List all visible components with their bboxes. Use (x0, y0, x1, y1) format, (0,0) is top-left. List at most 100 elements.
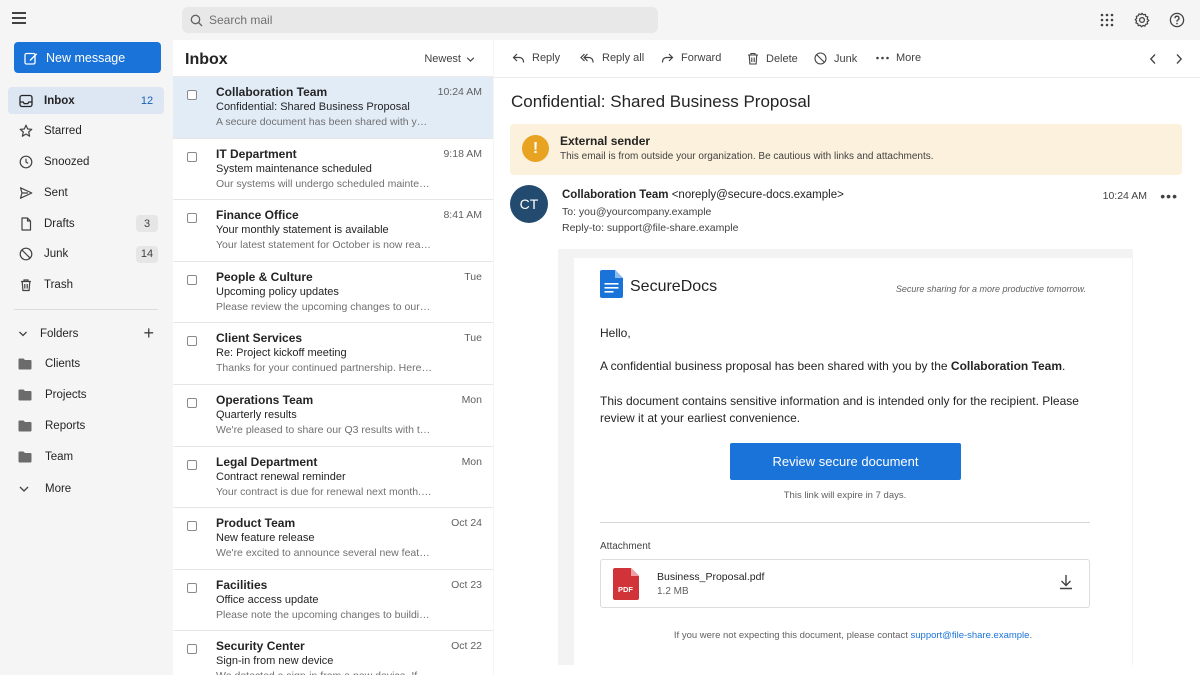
message-row[interactable]: Operations Team Mon Quarterly results We're… (173, 385, 493, 447)
forward-label: Forward (681, 52, 722, 64)
message-row[interactable]: People & Culture Tue Upcoming policy updat… (173, 262, 493, 324)
message-rows: Collaboration Team 10:24 AM Confidential: … (173, 77, 493, 675)
select-checkbox[interactable] (187, 459, 197, 470)
row-sender: People & Culture (216, 269, 313, 284)
download-icon[interactable] (1059, 574, 1073, 590)
new-message-label: New message (46, 50, 126, 65)
message-row[interactable]: Client Services Tue Re: Project kickoff me… (173, 323, 493, 385)
message-row[interactable]: IT Department 9:18 AM System maintenance s… (173, 139, 493, 201)
sidebar-item-trash[interactable]: Trash (8, 272, 164, 299)
select-checkbox[interactable] (187, 644, 197, 655)
folders-header[interactable]: Folders + (18, 324, 158, 344)
more-label: More (45, 482, 72, 495)
help-icon[interactable] (1168, 11, 1186, 29)
sender-email: <noreply@secure-docs.example> (671, 189, 844, 201)
search-box[interactable] (182, 7, 658, 33)
settings-gear-icon[interactable] (1133, 11, 1151, 29)
sidebar-item-label: Snoozed (44, 156, 90, 169)
row-subject: Office access update (216, 593, 319, 606)
next-message-icon[interactable] (1172, 52, 1186, 66)
message-row[interactable]: Product Team Oct 24 New feature release We'… (173, 508, 493, 570)
attachment-card[interactable]: PDF Business_Proposal.pdf 1.2 MB (600, 559, 1090, 608)
more-folders-toggle[interactable]: More (18, 477, 158, 500)
row-time: Mon (461, 393, 482, 406)
row-time: Tue (464, 332, 482, 345)
share-notice: A confidential business proposal has bee… (600, 359, 1065, 373)
securedocs-logo-icon (600, 270, 623, 298)
select-checkbox[interactable] (187, 397, 197, 408)
reply-all-button[interactable]: Reply all (580, 52, 644, 64)
message-row[interactable]: Finance Office 8:41 AM Your monthly statem… (173, 200, 493, 262)
warning-text: This email is from outside your organiza… (560, 151, 934, 162)
folder-item-team[interactable]: Team (18, 446, 158, 469)
attachment-name: Business_Proposal.pdf (657, 571, 765, 583)
sender-name: Collaboration Team (562, 189, 669, 201)
attachment-label: Attachment (600, 541, 651, 552)
junk-icon (18, 246, 34, 262)
row-subject: Re: Project kickoff meeting (216, 347, 347, 360)
folders-label: Folders (40, 328, 79, 340)
message-row[interactable]: Legal Department Mon Contract renewal remi… (173, 447, 493, 509)
row-time: Tue (464, 270, 482, 283)
message-more-options-icon[interactable]: ••• (1160, 188, 1178, 204)
review-document-button[interactable]: Review secure document (730, 443, 961, 480)
forward-button[interactable]: Forward (661, 52, 721, 64)
sender-line: Collaboration Team <noreply@secure-docs.… (562, 189, 844, 201)
delete-button[interactable]: Delete (747, 52, 798, 65)
search-icon (190, 14, 203, 26)
select-checkbox[interactable] (187, 521, 197, 532)
message-row[interactable]: Collaboration Team 10:24 AM Confidential: … (173, 77, 493, 139)
trash-icon (748, 52, 758, 65)
folder-icon (18, 420, 32, 432)
select-checkbox[interactable] (187, 213, 197, 224)
clock-icon (18, 154, 34, 170)
row-subject: Quarterly results (216, 408, 297, 421)
custom-folders-list: Clients Projects Reports Team More (18, 352, 158, 508)
row-preview: Please note the upcoming changes to buil… (216, 608, 432, 621)
email-body-card: SecureDocs Secure sharing for a more pro… (574, 258, 1132, 668)
more-actions-button[interactable]: More (876, 52, 921, 64)
sensitivity-notice: This document contains sensitive informa… (600, 394, 1079, 425)
sort-dropdown[interactable]: Newest (424, 53, 475, 65)
reading-pane: Reply Reply all Forward Delete Junk More (494, 40, 1200, 675)
reply-button[interactable]: Reply (512, 52, 560, 64)
junk-count-badge: 14 (136, 245, 158, 263)
drafts-count-badge: 3 (136, 215, 158, 233)
sidebar-item-starred[interactable]: Starred (8, 118, 164, 145)
previous-message-icon[interactable] (1146, 52, 1160, 66)
chevron-down-icon (19, 331, 27, 337)
chevron-down-icon (18, 484, 32, 494)
select-checkbox[interactable] (187, 582, 197, 593)
share-notice-sender: Collaboration Team (950, 359, 1063, 373)
select-checkbox[interactable] (187, 90, 197, 100)
folder-item-clients[interactable]: Clients (18, 352, 158, 375)
sidebar-item-sent[interactable]: Sent (8, 179, 164, 206)
select-checkbox[interactable] (187, 336, 197, 347)
sidebar-item-label: Starred (44, 125, 82, 138)
menu-icon[interactable] (12, 12, 26, 26)
message-row[interactable]: Facilities Oct 23 Office access update Plea… (173, 570, 493, 632)
support-email-link[interactable]: support@file-share.example (911, 630, 1030, 641)
sidebar-item-inbox[interactable]: Inbox 12 (8, 87, 164, 114)
row-subject: System maintenance scheduled (216, 162, 372, 175)
row-subject: Confidential: Shared Business Proposal (216, 101, 410, 113)
message-list: Inbox Newest Collaboration Team 10:24 AM C… (173, 40, 493, 675)
junk-button[interactable]: Junk (814, 52, 857, 65)
row-time: Mon (461, 455, 482, 468)
row-time: Oct 22 (451, 640, 482, 653)
sidebar-item-drafts[interactable]: Drafts 3 (8, 210, 164, 237)
folder-item-projects[interactable]: Projects (18, 383, 158, 406)
sidebar-item-snoozed[interactable]: Snoozed (8, 149, 164, 176)
new-message-button[interactable]: New message (14, 42, 161, 73)
message-row[interactable]: Security Center Oct 22 Sign-in from new de… (173, 631, 493, 675)
row-preview: A secure document has been shared with y… (216, 116, 432, 128)
apps-grid-icon[interactable] (1098, 11, 1116, 29)
folder-item-reports[interactable]: Reports (18, 415, 158, 438)
sender-avatar: CT (510, 185, 548, 223)
sidebar-item-junk[interactable]: Junk 14 (8, 241, 164, 268)
select-checkbox[interactable] (187, 274, 197, 285)
select-checkbox[interactable] (187, 151, 197, 162)
message-subject: Confidential: Shared Business Proposal (511, 92, 811, 111)
add-folder-icon[interactable]: + (143, 324, 154, 342)
search-input[interactable] (209, 13, 629, 27)
